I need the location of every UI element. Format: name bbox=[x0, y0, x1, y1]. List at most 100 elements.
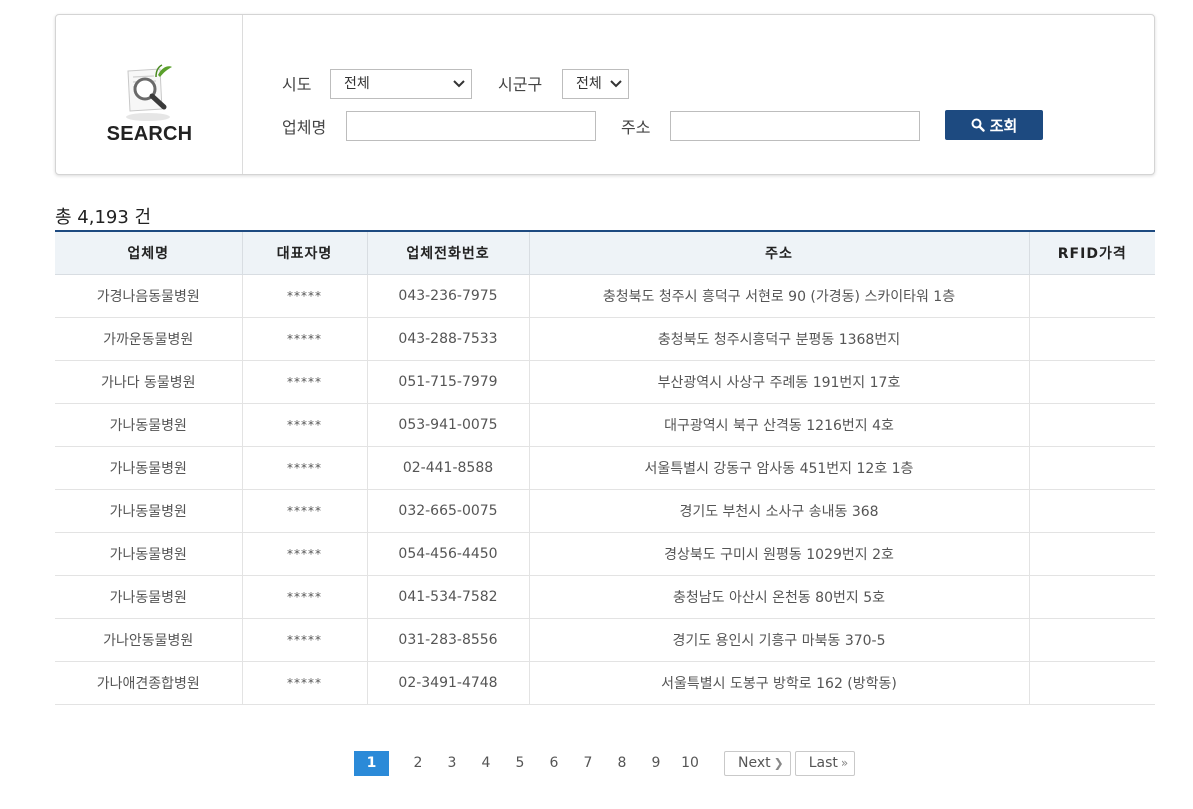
rfid-price-cell bbox=[1029, 532, 1155, 576]
table-row[interactable]: 가나안동물병원 ***** 031-283-8556 경기도 용인시 기흥구 마북동 … bbox=[55, 618, 1155, 662]
column-header: 업체전화번호 bbox=[367, 231, 530, 275]
phone-cell: 053-941-0075 bbox=[367, 403, 530, 447]
company-name-cell: 가나동물병원 bbox=[55, 489, 243, 533]
table-body: 가경나음동물병원 ***** 043-236-7975 충청북도 청주시 흥덕구 서현… bbox=[55, 274, 1155, 705]
search-logo: SEARCH bbox=[56, 15, 243, 174]
representative-cell: ***** bbox=[242, 360, 368, 404]
address-cell: 충청북도 청주시 흥덕구 서현로 90 (가경동) 스카이타워 1층 bbox=[529, 274, 1030, 318]
next-page-label: Next bbox=[738, 755, 771, 771]
rfid-price-cell bbox=[1029, 618, 1155, 662]
rfid-price-cell bbox=[1029, 317, 1155, 361]
results-table: 업체명 대표자명 업체전화번호 주소 RFID가격 가경나음동물병원 ***** 043-2… bbox=[55, 230, 1155, 705]
page-link[interactable]: 6 bbox=[537, 751, 571, 776]
page-current[interactable]: 1 bbox=[354, 751, 389, 776]
column-header: RFID가격 bbox=[1029, 231, 1155, 275]
representative-cell: ***** bbox=[242, 403, 368, 447]
page-numbers: 1 2 3 4 5 6 7 8 9 10 bbox=[354, 751, 707, 776]
company-name-cell: 가나다 동물병원 bbox=[55, 360, 243, 404]
table-row[interactable]: 가나동물병원 ***** 054-456-4450 경상북도 구미시 원평동 1029… bbox=[55, 532, 1155, 576]
table-header-row: 업체명 대표자명 업체전화번호 주소 RFID가격 bbox=[55, 231, 1155, 275]
address-cell: 서울특별시 강동구 암사동 451번지 12호 1층 bbox=[529, 446, 1030, 490]
table-row[interactable]: 가나동물병원 ***** 053-941-0075 대구광역시 북구 산격동 1216… bbox=[55, 403, 1155, 447]
page-link[interactable]: 8 bbox=[605, 751, 639, 776]
search-panel: SEARCH 시도 전체 시군구 전체 업체명 주소 조회 bbox=[55, 14, 1155, 175]
company-name-cell: 가나동물병원 bbox=[55, 532, 243, 576]
representative-cell: ***** bbox=[242, 532, 368, 576]
company-name-cell: 가나동물병원 bbox=[55, 575, 243, 619]
phone-cell: 054-456-4450 bbox=[367, 532, 530, 576]
address-cell: 대구광역시 북구 산격동 1216번지 4호 bbox=[529, 403, 1030, 447]
page-link[interactable]: 9 bbox=[639, 751, 673, 776]
phone-cell: 051-715-7979 bbox=[367, 360, 530, 404]
address-cell: 경상북도 구미시 원평동 1029번지 2호 bbox=[529, 532, 1030, 576]
column-header: 주소 bbox=[529, 231, 1030, 275]
page-link[interactable]: 4 bbox=[469, 751, 503, 776]
table-row[interactable]: 가까운동물병원 ***** 043-288-7533 충청북도 청주시흥덕구 분평동 … bbox=[55, 317, 1155, 361]
address-cell: 충청북도 청주시흥덕구 분평동 1368번지 bbox=[529, 317, 1030, 361]
search-icon bbox=[971, 118, 985, 132]
rfid-price-cell bbox=[1029, 661, 1155, 705]
table-row[interactable]: 가나동물병원 ***** 032-665-0075 경기도 부천시 소사구 송내동 3… bbox=[55, 489, 1155, 533]
phone-cell: 043-288-7533 bbox=[367, 317, 530, 361]
page-link[interactable]: 10 bbox=[673, 751, 707, 776]
representative-cell: ***** bbox=[242, 575, 368, 619]
phone-cell: 02-3491-4748 bbox=[367, 661, 530, 705]
company-name-cell: 가나동물병원 bbox=[55, 446, 243, 490]
sido-select-value: 전체 bbox=[344, 76, 370, 92]
double-chevron-right-icon: » bbox=[840, 756, 849, 770]
chevron-down-icon bbox=[453, 80, 465, 88]
next-page-button[interactable]: Next ❯ bbox=[724, 751, 791, 776]
representative-cell: ***** bbox=[242, 274, 368, 318]
rfid-price-cell bbox=[1029, 403, 1155, 447]
phone-cell: 032-665-0075 bbox=[367, 489, 530, 533]
page-link[interactable]: 5 bbox=[503, 751, 537, 776]
address-label: 주소 bbox=[621, 118, 651, 137]
phone-cell: 041-534-7582 bbox=[367, 575, 530, 619]
sigungu-select[interactable]: 전체 bbox=[562, 69, 629, 99]
page-link[interactable]: 7 bbox=[571, 751, 605, 776]
phone-cell: 02-441-8588 bbox=[367, 446, 530, 490]
table-row[interactable]: 가나동물병원 ***** 02-441-8588 서울특별시 강동구 암사동 451번… bbox=[55, 446, 1155, 490]
sigungu-label: 시군구 bbox=[498, 75, 543, 94]
total-count: 총 4,193 건 bbox=[55, 207, 152, 228]
search-button[interactable]: 조회 bbox=[945, 110, 1043, 140]
table-row[interactable]: 가나애견종합병원 ***** 02-3491-4748 서울특별시 도봉구 방학로 1… bbox=[55, 661, 1155, 705]
last-page-label: Last bbox=[808, 755, 838, 771]
pagination: 1 2 3 4 5 6 7 8 9 10 Next ❯ Last» bbox=[354, 751, 856, 776]
company-name-cell: 가나동물병원 bbox=[55, 403, 243, 447]
rfid-price-cell bbox=[1029, 446, 1155, 490]
column-header: 대표자명 bbox=[242, 231, 368, 275]
magnifier-document-icon bbox=[126, 64, 172, 121]
company-name-input[interactable] bbox=[346, 111, 596, 141]
sido-select[interactable]: 전체 bbox=[330, 69, 472, 99]
table-row[interactable]: 가나다 동물병원 ***** 051-715-7979 부산광역시 사상구 주례동 1… bbox=[55, 360, 1155, 404]
company-name-cell: 가경나음동물병원 bbox=[55, 274, 243, 318]
rfid-price-cell bbox=[1029, 489, 1155, 533]
column-header: 업체명 bbox=[55, 231, 243, 275]
address-cell: 충청남도 아산시 온천동 80번지 5호 bbox=[529, 575, 1030, 619]
rfid-price-cell bbox=[1029, 360, 1155, 404]
rfid-price-cell bbox=[1029, 575, 1155, 619]
company-name-cell: 가나애견종합병원 bbox=[55, 661, 243, 705]
last-page-button[interactable]: Last» bbox=[794, 751, 856, 776]
rfid-price-cell bbox=[1029, 274, 1155, 318]
representative-cell: ***** bbox=[242, 317, 368, 361]
search-button-label: 조회 bbox=[989, 116, 1018, 135]
representative-cell: ***** bbox=[242, 661, 368, 705]
page-link[interactable]: 3 bbox=[435, 751, 469, 776]
address-input[interactable] bbox=[670, 111, 920, 141]
representative-cell: ***** bbox=[242, 446, 368, 490]
search-logo-text: SEARCH bbox=[106, 123, 193, 145]
address-cell: 경기도 부천시 소사구 송내동 368 bbox=[529, 489, 1030, 533]
page-link[interactable]: 2 bbox=[401, 751, 435, 776]
address-cell: 부산광역시 사상구 주례동 191번지 17호 bbox=[529, 360, 1030, 404]
table-row[interactable]: 가경나음동물병원 ***** 043-236-7975 충청북도 청주시 흥덕구 서현… bbox=[55, 274, 1155, 318]
phone-cell: 031-283-8556 bbox=[367, 618, 530, 662]
company-name-label: 업체명 bbox=[282, 118, 327, 137]
table-row[interactable]: 가나동물병원 ***** 041-534-7582 충청남도 아산시 온천동 80번지… bbox=[55, 575, 1155, 619]
address-cell: 경기도 용인시 기흥구 마북동 370-5 bbox=[529, 618, 1030, 662]
representative-cell: ***** bbox=[242, 618, 368, 662]
address-cell: 서울특별시 도봉구 방학로 162 (방학동) bbox=[529, 661, 1030, 705]
company-name-cell: 가나안동물병원 bbox=[55, 618, 243, 662]
company-name-cell: 가까운동물병원 bbox=[55, 317, 243, 361]
